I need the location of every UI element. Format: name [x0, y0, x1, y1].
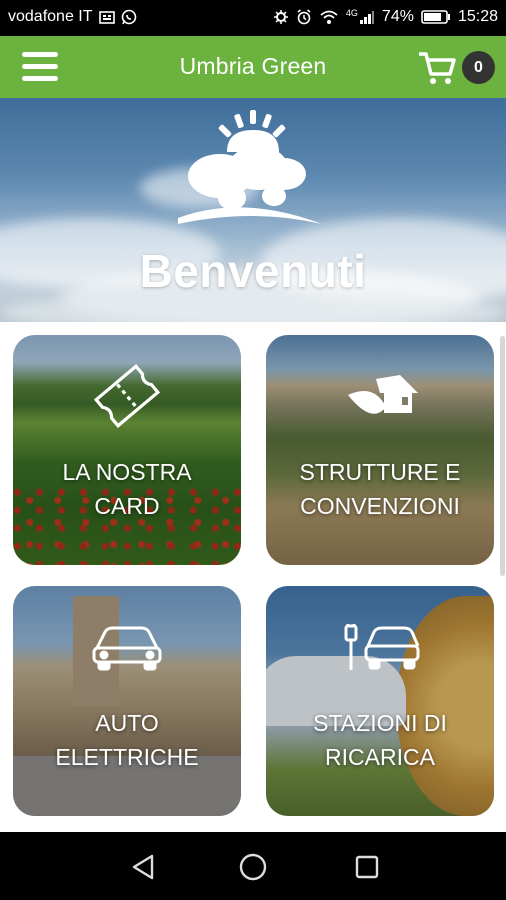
car-icon — [92, 626, 162, 671]
tile-label: STRUTTURE E CONVENZIONI — [299, 459, 461, 519]
signal-icon — [359, 11, 374, 24]
settings-gear-icon — [273, 10, 288, 24]
hero-banner: Benvenuti — [0, 98, 506, 322]
charging-station-icon — [344, 624, 420, 670]
ticket-icon — [93, 364, 161, 428]
tile-auto-elettriche[interactable]: AUTO ELETTRICHE — [13, 586, 241, 816]
app-bar: Umbria Green 0 — [0, 36, 506, 98]
tile-la-nostra-card[interactable]: LA NOSTRA CARD — [13, 335, 241, 565]
welcome-title: Benvenuti — [139, 245, 367, 297]
shopping-cart-icon[interactable] — [418, 50, 456, 86]
menu-grid: LA NOSTRA CARD STRUTTURE E CONVENZIONI A… — [0, 322, 506, 832]
status-bar: vodafone IT 4G 74% 15:28 — [0, 0, 506, 36]
battery-icon — [421, 10, 450, 24]
tile-label: LA NOSTRA CARD — [62, 459, 192, 519]
house-leaf-icon — [348, 375, 418, 414]
alarm-icon — [297, 9, 311, 25]
back-icon[interactable] — [128, 852, 158, 882]
tile-label: STAZIONI DI RICARICA — [313, 710, 447, 770]
sim-card-icon — [98, 11, 115, 24]
scrollbar[interactable] — [500, 336, 505, 576]
tile-label: AUTO ELETTRICHE — [55, 710, 199, 770]
carrier-name: vodafone IT — [8, 8, 93, 25]
tile-strutture-e-convenzioni[interactable]: STRUTTURE E CONVENZIONI — [266, 335, 494, 565]
wifi-icon — [320, 10, 338, 24]
tile-stazioni-di-ricarica[interactable]: STAZIONI DI RICARICA — [266, 586, 494, 816]
umbria-green-logo — [178, 110, 322, 224]
network-type: 4G — [345, 8, 358, 18]
system-nav-bar — [0, 832, 506, 900]
cart-count-badge[interactable]: 0 — [462, 51, 495, 84]
battery-percent: 74% — [381, 8, 414, 25]
recents-icon[interactable] — [352, 852, 382, 882]
home-icon[interactable] — [238, 852, 268, 882]
clock: 15:28 — [457, 8, 498, 25]
whatsapp-icon — [121, 9, 136, 25]
